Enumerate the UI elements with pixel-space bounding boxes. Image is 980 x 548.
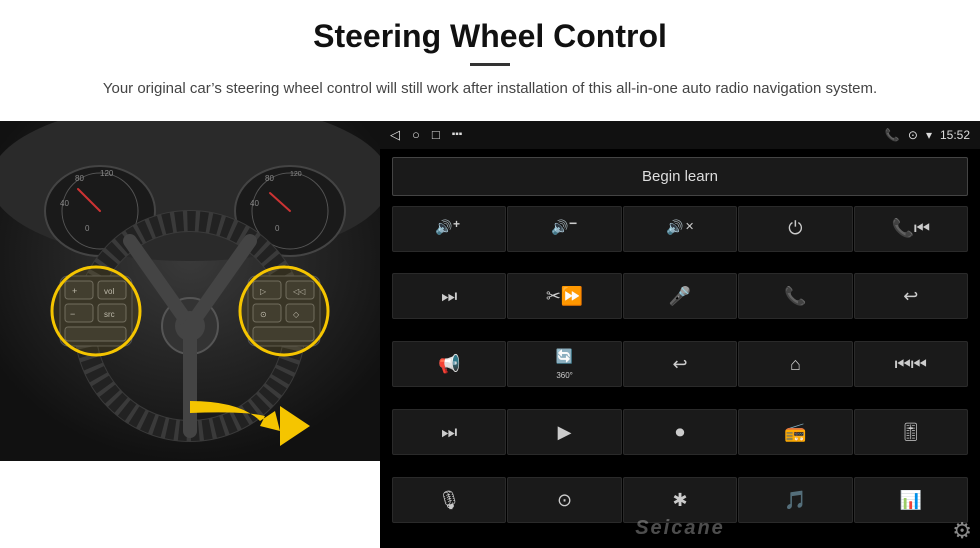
eq-icon: 🎚 (899, 422, 922, 443)
back-icon[interactable]: ◁ (390, 127, 400, 143)
svg-text:40: 40 (250, 199, 259, 208)
status-bar-left: ◁ ○ □ ▪▪▪ (390, 127, 462, 143)
svg-text:🔊: 🔊 (666, 218, 683, 236)
control-grid: 🔊+ 🔊− 🔊✕ ⏻ 📞⏮ (380, 204, 980, 548)
source-icon: ⏺ (675, 422, 684, 443)
status-bar: ◁ ○ □ ▪▪▪ 📞 ⊙ ▾ 15:52 (380, 121, 980, 149)
mute-button[interactable]: 🔊✕ (623, 206, 737, 252)
steering-wheel-image: 0 40 80 120 0 40 80 120 (0, 121, 380, 461)
radio-button[interactable]: 📻 (738, 409, 852, 455)
location-icon: ⊙ (908, 128, 918, 142)
next-button[interactable]: ⏭ (392, 273, 506, 319)
page-wrapper: Steering Wheel Control Your original car… (0, 0, 980, 548)
status-bar-right: 📞 ⊙ ▾ 15:52 (885, 128, 970, 142)
vol-down-icon: 🔊− (551, 216, 579, 241)
navigate-icon: ▶ (558, 422, 572, 443)
mic-icon: 🎤 (669, 286, 691, 307)
rewind-icon: ⏮⏮ (895, 354, 927, 375)
phone-icon: 📞 (885, 128, 900, 142)
prev-icon: 📞⏮ (891, 218, 930, 239)
skip-button[interactable]: ✂⏩ (507, 273, 621, 319)
prev-button[interactable]: 📞⏮ (854, 206, 968, 252)
power-button[interactable]: ⏻ (738, 206, 852, 252)
speaker-icon: 📢 (438, 354, 460, 375)
recent-icon[interactable]: □ (432, 127, 440, 142)
svg-text:40: 40 (60, 199, 69, 208)
begin-learn-button[interactable]: Begin learn (392, 157, 968, 196)
call-button[interactable]: 📞 (738, 273, 852, 319)
source-button[interactable]: ⏺ (623, 409, 737, 455)
radio-icon: 📻 (784, 422, 806, 443)
begin-learn-row: Begin learn (380, 149, 980, 204)
speaker-button[interactable]: 📢 (392, 341, 506, 387)
skip-icon: ✂⏩ (546, 286, 584, 307)
home-nav-button[interactable]: ⌂ (738, 341, 852, 387)
svg-text:120: 120 (100, 169, 114, 178)
title-divider (470, 63, 510, 66)
camera360-button[interactable]: 🔄360° (507, 341, 621, 387)
page-title: Steering Wheel Control (40, 18, 940, 55)
svg-text:🔊: 🔊 (551, 218, 568, 236)
vol-up-button[interactable]: 🔊+ (392, 206, 506, 252)
home-icon[interactable]: ○ (412, 127, 420, 142)
eq-button[interactable]: 🎚 (854, 409, 968, 455)
wifi-icon: ▾ (926, 128, 932, 142)
back-nav-button[interactable]: ↩ (623, 341, 737, 387)
call-icon: 📞 (784, 286, 806, 307)
vol-down-button[interactable]: 🔊− (507, 206, 621, 252)
power-icon: ⏻ (788, 218, 802, 239)
svg-text:+: + (453, 217, 460, 231)
hangup-button[interactable]: ↩ (854, 273, 968, 319)
back-nav-icon: ↩ (672, 354, 687, 375)
mic2-button[interactable]: 🎙 (392, 477, 506, 523)
subtitle: Your original car’s steering wheel contr… (100, 78, 880, 101)
svg-text:🔊: 🔊 (435, 218, 452, 236)
home-nav-icon: ⌂ (790, 354, 801, 375)
fastfwd-button[interactable]: ⏭ (392, 409, 506, 455)
spectrum-button[interactable]: 📊 (854, 477, 968, 523)
svg-text:80: 80 (265, 174, 274, 183)
spectrum-icon: 📊 (900, 490, 922, 511)
svg-text:0: 0 (275, 224, 280, 233)
rewind-button[interactable]: ⏮⏮ (854, 341, 968, 387)
content-row: 0 40 80 120 0 40 80 120 (0, 121, 980, 548)
gear-button[interactable]: ⚙ (952, 518, 972, 544)
camera360-icon: 🔄360° (556, 348, 573, 381)
hangup-icon: ↩ (903, 286, 918, 307)
svg-text:0: 0 (85, 224, 90, 233)
signal-icon: ▪▪▪ (452, 129, 463, 140)
fastfwd-icon: ⏭ (441, 422, 457, 443)
header-section: Steering Wheel Control Your original car… (0, 0, 980, 111)
mic2-icon: 🎙 (438, 490, 461, 511)
mute-icon: 🔊✕ (666, 216, 694, 241)
svg-text:−: − (569, 216, 577, 231)
vol-up-icon: 🔊+ (435, 216, 463, 241)
navigate-button[interactable]: ▶ (507, 409, 621, 455)
svg-text:80: 80 (75, 174, 84, 183)
bluetooth-icon: ✱ (672, 490, 687, 511)
steering-wheel-svg: 0 40 80 120 0 40 80 120 (0, 121, 380, 461)
android-panel: ◁ ○ □ ▪▪▪ 📞 ⊙ ▾ 15:52 Begin learn (380, 121, 980, 548)
mic-button[interactable]: 🎤 (623, 273, 737, 319)
music-button[interactable]: 🎵 (738, 477, 852, 523)
bluetooth-button[interactable]: ✱ (623, 477, 737, 523)
time-display: 15:52 (940, 128, 970, 142)
svg-text:120: 120 (290, 171, 302, 178)
settings2-icon: ⊙ (557, 490, 572, 511)
svg-text:✕: ✕ (685, 221, 694, 233)
settings2-button[interactable]: ⊙ (507, 477, 621, 523)
music-icon: 🎵 (784, 490, 806, 511)
next-icon: ⏭ (441, 286, 457, 307)
